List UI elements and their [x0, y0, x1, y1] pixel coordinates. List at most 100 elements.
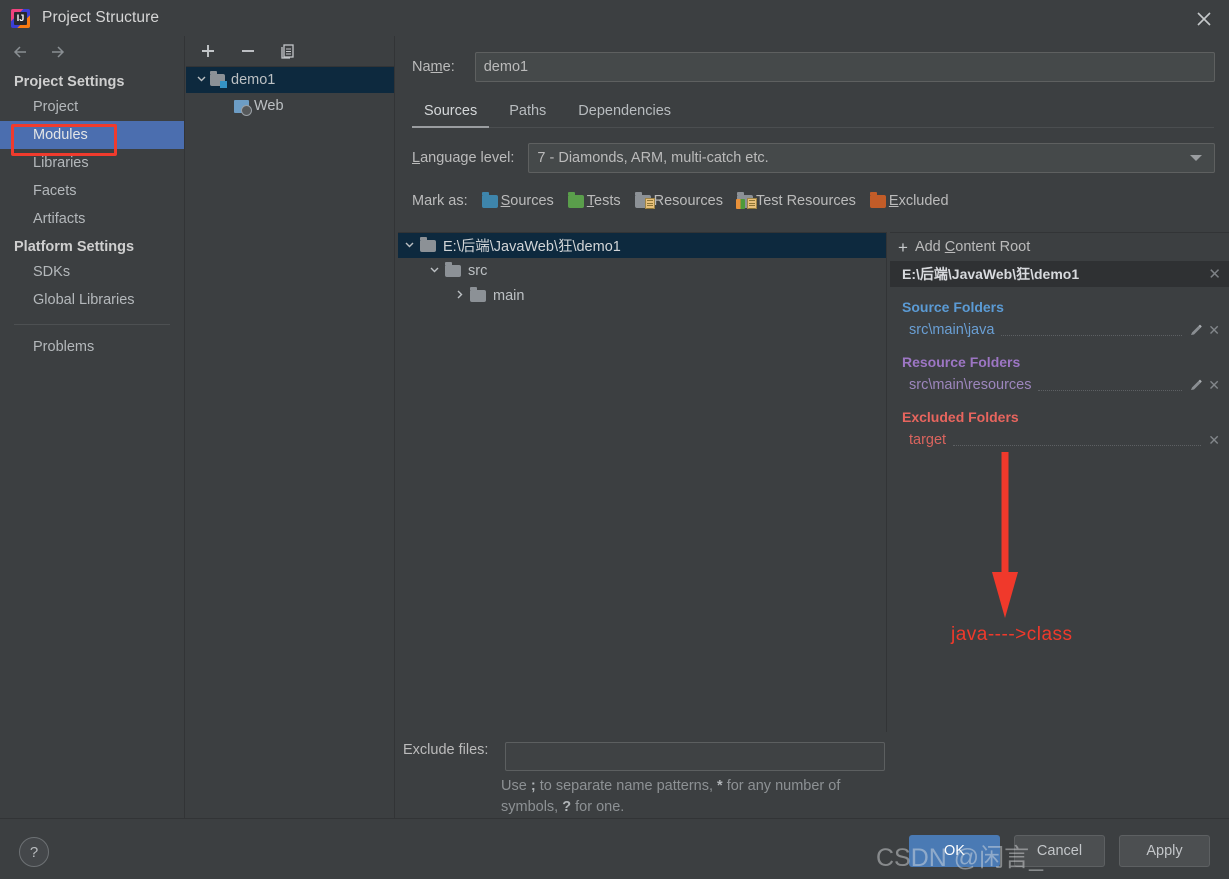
tab-sources[interactable]: Sources — [412, 103, 490, 128]
settings-sidebar: Project Settings Project Modules Librari… — [0, 36, 185, 818]
mark-as-excluded-button[interactable]: Excluded — [869, 191, 949, 209]
intellij-idea-icon — [11, 8, 30, 28]
name-row: Name: demo1 — [396, 50, 1229, 84]
content-root-path: E:\后端\JavaWeb\狂\demo1 — [902, 266, 1080, 282]
close-icon[interactable]: ✕ — [1208, 323, 1220, 337]
mark-as-row: Mark as: Sources Tests Resources Test Re… — [396, 188, 1229, 214]
tree-row[interactable]: src — [398, 258, 886, 283]
minus-icon[interactable] — [238, 41, 258, 61]
source-folder-entry[interactable]: src\main\java ✕ — [890, 318, 1229, 342]
project-structure-dialog: Project Structure Project Settings Proje… — [0, 0, 1229, 879]
mark-as-resources-button[interactable]: Resources — [634, 191, 723, 209]
leader-dots — [953, 435, 1202, 446]
sidebar-item-facets[interactable]: Facets — [0, 177, 184, 205]
tree-row[interactable]: main — [398, 283, 886, 308]
module-folder-icon — [210, 71, 227, 88]
language-level-row: Language level: 7 - Diamonds, ARM, multi… — [396, 142, 1229, 174]
close-icon[interactable]: ✕ — [1208, 267, 1221, 282]
pencil-icon[interactable] — [1189, 323, 1203, 337]
chevron-down-icon[interactable] — [423, 264, 445, 278]
mark-as-test-resources-button[interactable]: Test Resources — [735, 191, 856, 209]
sidebar-section-project-settings: Project Settings — [14, 74, 125, 90]
tab-dependencies[interactable]: Dependencies — [566, 103, 683, 128]
sidebar-item-modules[interactable]: Modules — [0, 121, 184, 149]
excluded-folders-title: Excluded Folders — [902, 409, 1019, 425]
close-icon[interactable]: ✕ — [1208, 378, 1220, 392]
plus-icon[interactable] — [198, 41, 218, 61]
tree-row-label: main — [493, 287, 525, 304]
tree-row-label: src — [468, 262, 488, 279]
folder-icon — [470, 286, 486, 302]
mark-as-sources-button[interactable]: Sources — [481, 191, 554, 209]
module-settings-panel: Name: demo1 Sources Paths Dependencies L… — [396, 36, 1229, 818]
settings-tabs: Sources Paths Dependencies — [412, 98, 1214, 128]
chevron-down-icon[interactable] — [1190, 155, 1202, 161]
source-folders-title: Source Folders — [902, 299, 1004, 315]
module-item-web[interactable]: Web — [186, 93, 394, 119]
chevron-right-icon[interactable] — [448, 289, 470, 303]
exclude-files-label: Exclude files: — [403, 742, 489, 758]
sources-folder-icon — [481, 191, 498, 208]
module-item-label: Web — [254, 98, 284, 114]
sidebar-item-artifacts[interactable]: Artifacts — [0, 205, 184, 233]
plus-icon: + — [898, 237, 908, 257]
sidebar-item-global-libraries[interactable]: Global Libraries — [0, 286, 184, 314]
test-resources-folder-icon — [735, 191, 757, 209]
source-tree: E:\后端\JavaWeb\狂\demo1 src main — [398, 232, 887, 732]
excluded-folder-path: target — [909, 432, 947, 448]
sidebar-section-platform-settings: Platform Settings — [14, 239, 135, 255]
content-root-header: E:\后端\JavaWeb\狂\demo1 ✕ — [890, 261, 1229, 287]
leader-dots — [1038, 380, 1183, 391]
ok-button[interactable]: OK — [909, 835, 1000, 867]
module-list-panel: demo1 Web — [186, 36, 395, 818]
folder-icon — [420, 236, 436, 252]
cancel-button[interactable]: Cancel — [1014, 835, 1105, 867]
source-folder-path: src\main\java — [909, 322, 995, 338]
page-title: Project Structure — [42, 9, 160, 26]
language-level-label: Language level: — [412, 150, 515, 166]
tests-folder-icon — [567, 191, 584, 208]
arrow-right-icon[interactable] — [46, 41, 68, 63]
tree-row[interactable]: E:\后端\JavaWeb\狂\demo1 — [398, 233, 886, 258]
excluded-folder-entry[interactable]: target ✕ — [890, 428, 1229, 452]
close-icon[interactable] — [1193, 8, 1215, 30]
chevron-down-icon[interactable] — [398, 239, 420, 253]
name-label: Name: — [412, 59, 455, 75]
add-content-root-button[interactable]: + Add Content Root — [890, 233, 1229, 261]
resources-folder-icon — [634, 191, 655, 209]
help-icon[interactable]: ? — [19, 837, 49, 867]
sidebar-nav-arrows — [0, 36, 184, 68]
name-input-value: demo1 — [483, 59, 529, 75]
resource-folders-title: Resource Folders — [902, 354, 1021, 370]
arrow-left-icon[interactable] — [10, 41, 32, 63]
tree-row-label: E:\后端\JavaWeb\狂\demo1 — [443, 239, 621, 255]
content-root-detail-panel: + Add Content Root E:\后端\JavaWeb\狂\demo1… — [890, 232, 1229, 732]
sidebar-item-problems[interactable]: Problems — [0, 333, 184, 361]
name-input[interactable]: demo1 — [474, 52, 1215, 82]
exclude-files-hint: Use ; to separate name patterns, * for a… — [501, 778, 841, 815]
sidebar-item-libraries[interactable]: Libraries — [0, 149, 184, 177]
pencil-icon[interactable] — [1189, 378, 1203, 392]
excluded-folder-icon — [869, 191, 886, 208]
web-facet-icon — [234, 99, 252, 116]
content-roots-area: E:\后端\JavaWeb\狂\demo1 src main + Add Con… — [396, 232, 1229, 732]
module-item-label: demo1 — [231, 72, 276, 88]
module-item-demo1[interactable]: demo1 — [186, 67, 394, 93]
tab-paths[interactable]: Paths — [497, 103, 558, 128]
mark-as-tests-button[interactable]: Tests — [567, 191, 621, 209]
module-toolbar — [186, 36, 394, 67]
language-level-select[interactable]: 7 - Diamonds, ARM, multi-catch etc. — [528, 143, 1215, 173]
resource-folder-path: src\main\resources — [909, 377, 1032, 393]
close-icon[interactable]: ✕ — [1208, 433, 1220, 447]
exclude-files-row: Exclude files: — [396, 742, 1229, 771]
copy-icon[interactable] — [278, 41, 298, 61]
apply-button[interactable]: Apply — [1119, 835, 1210, 867]
resource-folder-entry[interactable]: src\main\resources ✕ — [890, 373, 1229, 397]
sidebar-item-sdks[interactable]: SDKs — [0, 258, 184, 286]
chevron-down-icon[interactable] — [192, 72, 210, 88]
sidebar-divider — [14, 324, 170, 325]
exclude-files-input[interactable] — [505, 742, 886, 771]
mark-as-label: Mark as: — [412, 193, 468, 209]
sidebar-item-project[interactable]: Project — [0, 93, 184, 121]
leader-dots — [1001, 325, 1183, 336]
